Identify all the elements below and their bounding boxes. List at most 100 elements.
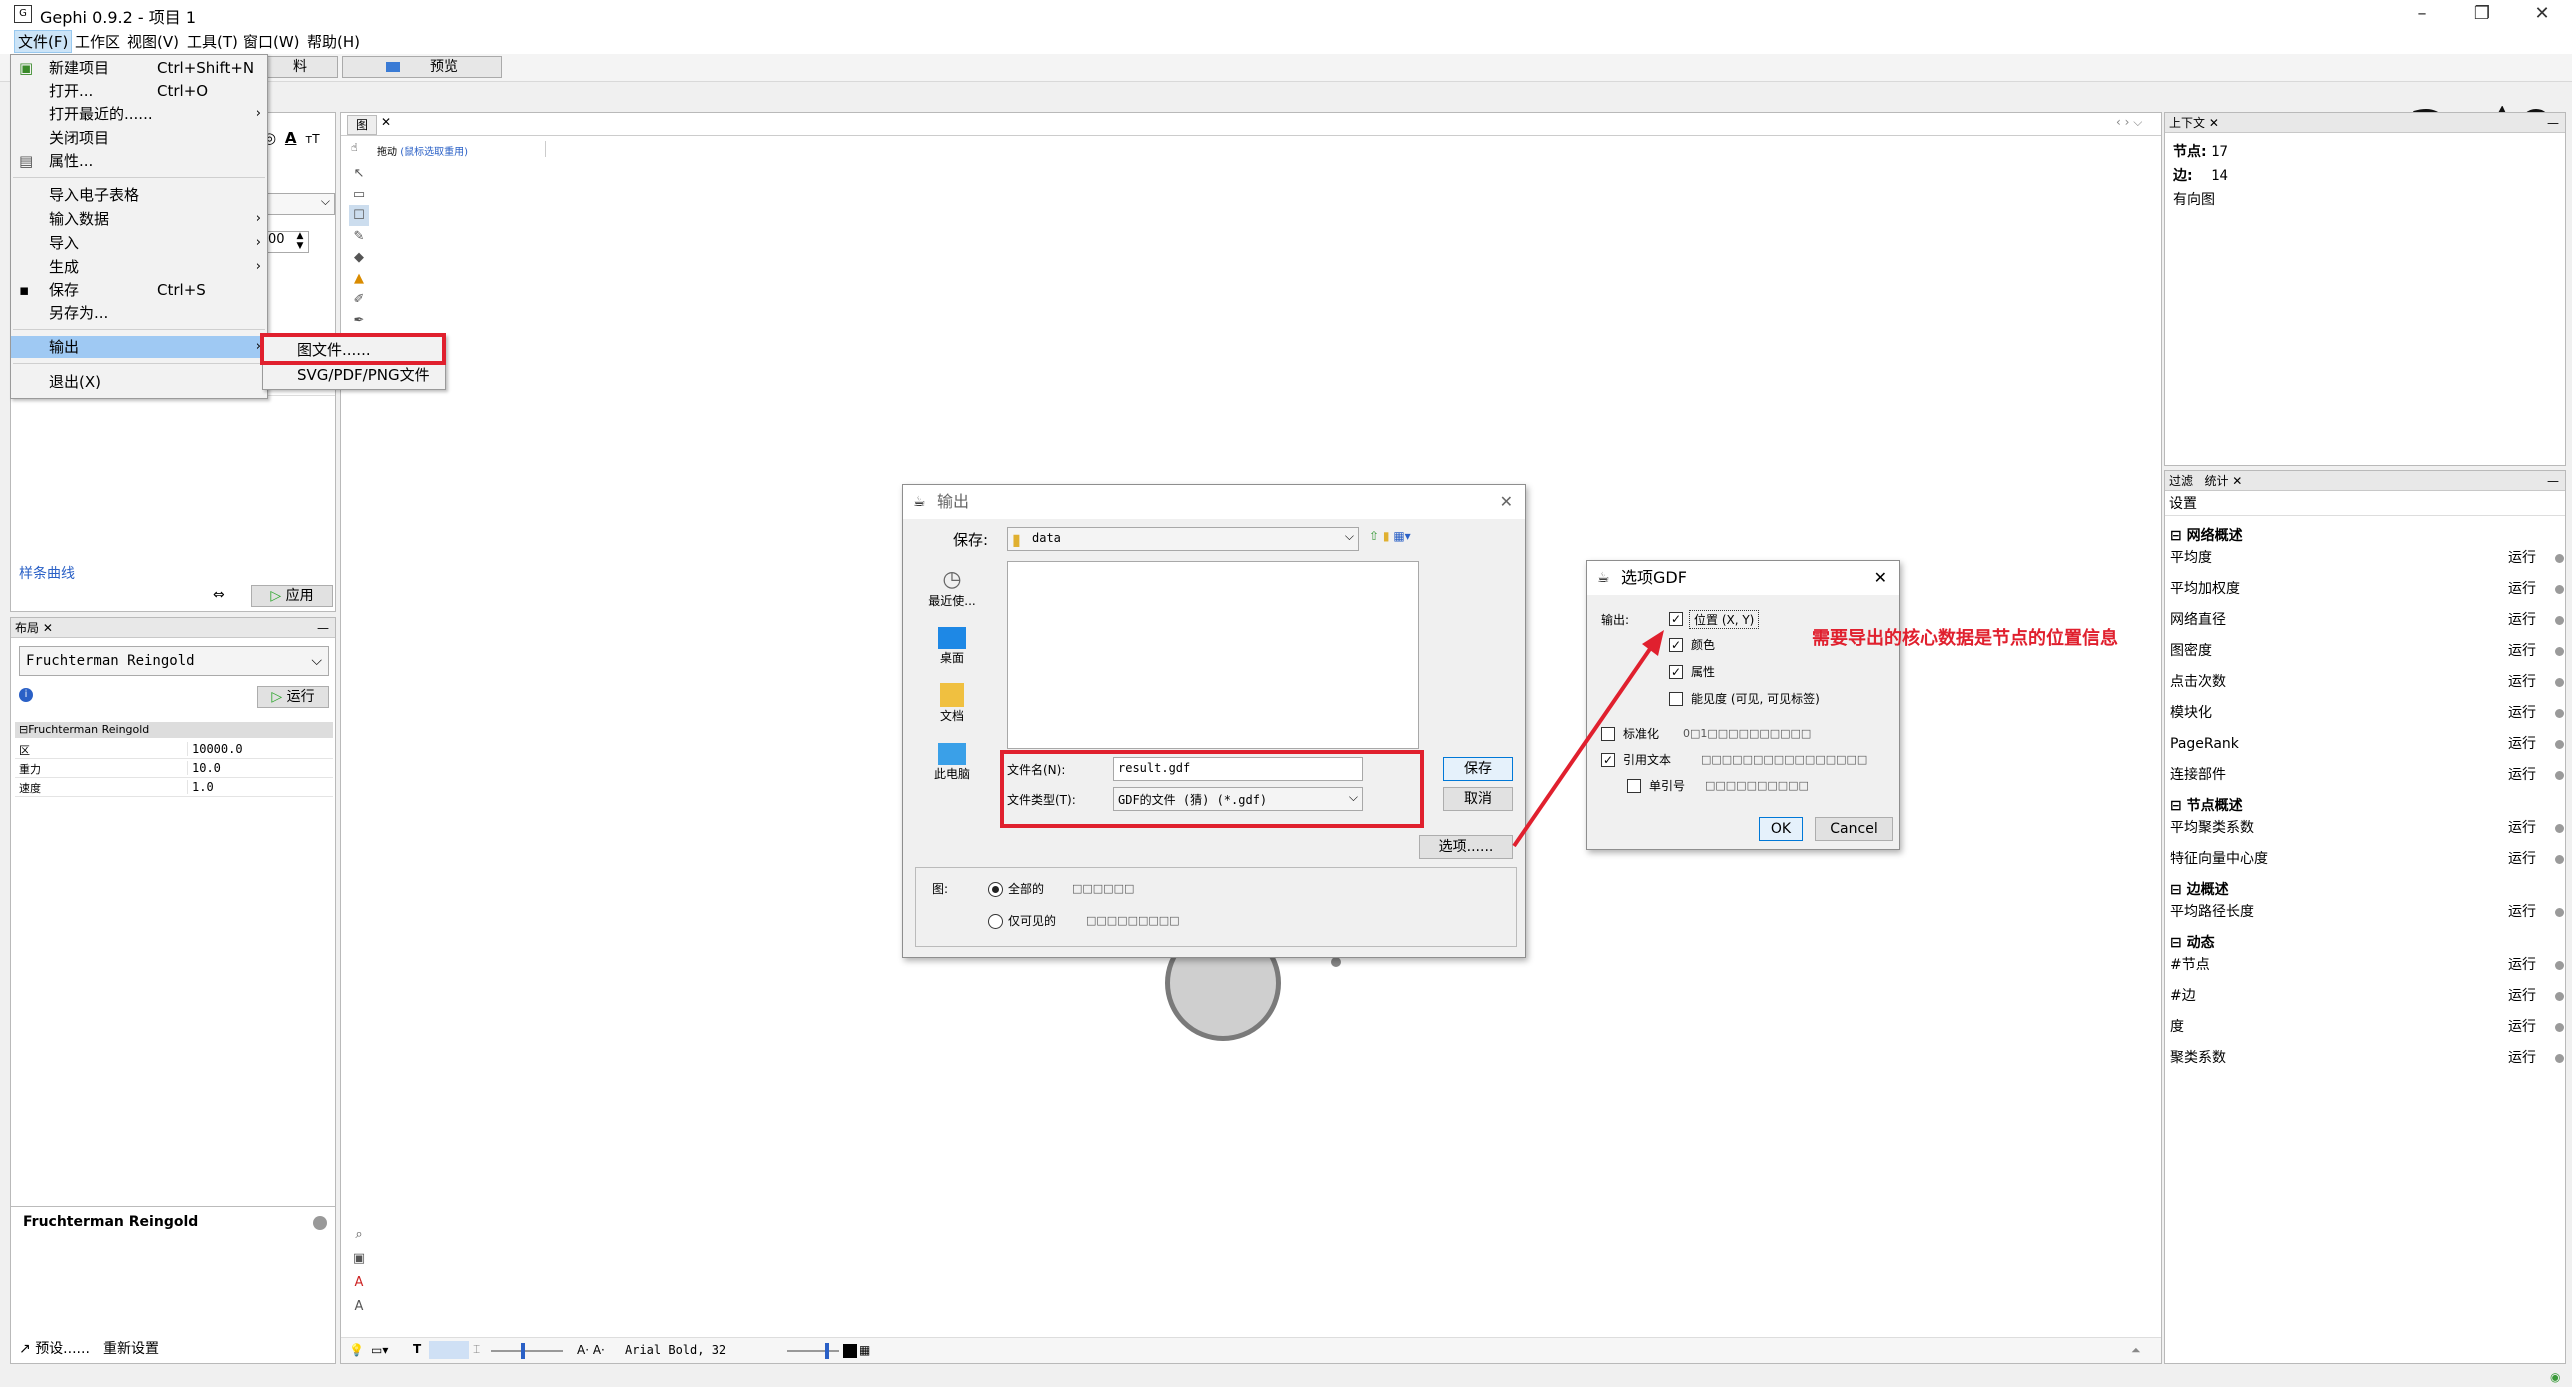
- save-button[interactable]: 保存: [1443, 757, 1513, 781]
- save-in-select[interactable]: ▮ data ⌵: [1007, 527, 1359, 551]
- apply-button[interactable]: ▷ 应用: [251, 585, 333, 607]
- radio-visible[interactable]: [988, 914, 1003, 929]
- menu-item-import-spreadsheet[interactable]: 导入电子表格: [11, 184, 267, 206]
- view-menu-icon[interactable]: ▦▾: [1393, 529, 1410, 543]
- menu-view[interactable]: 视图(V): [124, 31, 182, 52]
- tab-filters[interactable]: 过滤: [2169, 474, 2193, 488]
- edge-pencil-icon[interactable]: ✒: [349, 310, 369, 331]
- checkbox-visibility[interactable]: [1669, 692, 1683, 706]
- cancel-button[interactable]: Cancel: [1815, 817, 1893, 841]
- menu-item-save-as[interactable]: 另存为...: [11, 302, 267, 324]
- label-size-icon[interactable]: A: [349, 1295, 369, 1319]
- checkbox-quote-text[interactable]: ✓: [1601, 753, 1615, 767]
- zoom-icon[interactable]: ⌕: [349, 1223, 369, 1247]
- rect-select-icon[interactable]: ▭: [349, 184, 369, 205]
- close-icon[interactable]: ✕: [2512, 0, 2572, 28]
- presets-link[interactable]: ↗ 预设......: [19, 1338, 90, 1358]
- place-desktop[interactable]: 桌面: [927, 627, 977, 666]
- menu-item-export[interactable]: 输出 ›: [11, 336, 267, 358]
- edge-mode-icon[interactable]: [429, 1341, 469, 1359]
- scale-icon[interactable]: ⌶: [473, 1342, 480, 1357]
- run-stat-button[interactable]: 运行: [2508, 698, 2536, 728]
- place-documents[interactable]: 文档: [927, 683, 977, 724]
- menu-item-open-recent[interactable]: 打开最近的...... ›: [11, 103, 267, 125]
- place-recent[interactable]: ◷ 最近使...: [927, 567, 977, 609]
- info-icon[interactable]: i: [19, 688, 33, 702]
- settings-link[interactable]: 设置: [2169, 493, 2197, 513]
- graph-node[interactable]: [1331, 957, 1341, 967]
- menu-item-properties[interactable]: ▤ 属性...: [11, 150, 267, 172]
- nav-arrows-icon[interactable]: ‹ › ⌵: [2116, 115, 2142, 130]
- checkbox-attributes[interactable]: ✓: [1669, 665, 1683, 679]
- attribute-dropdown[interactable]: ⌵: [265, 193, 335, 215]
- run-stat-button[interactable]: 运行: [2508, 574, 2536, 604]
- checkbox-normalize[interactable]: [1601, 727, 1615, 741]
- edge-width-slider[interactable]: [491, 1350, 563, 1352]
- screenshot-icon[interactable]: ▣: [349, 1247, 369, 1271]
- painter-icon[interactable]: ▲: [349, 268, 369, 289]
- checkbox-color[interactable]: ✓: [1669, 638, 1683, 652]
- run-stat-button[interactable]: 运行: [2508, 950, 2536, 980]
- menu-item-new-project[interactable]: ▣ 新建项目 Ctrl+Shift+N: [11, 57, 267, 79]
- layout-algorithm-select[interactable]: Fruchterman Reingold ⌵: [19, 646, 329, 676]
- text-size-icon[interactable]: тT: [305, 132, 319, 146]
- drag-icon[interactable]: ☐: [349, 205, 369, 226]
- brush-icon[interactable]: ◆: [349, 247, 369, 268]
- collapse-icon[interactable]: ⏶: [2131, 1343, 2141, 1358]
- ok-button[interactable]: OK: [1759, 817, 1803, 841]
- tab-statistics[interactable]: 统计: [2204, 474, 2228, 488]
- label-color-icon[interactable]: A: [349, 1271, 369, 1295]
- new-folder-icon[interactable]: ▮: [1383, 529, 1390, 543]
- text-color-icon[interactable]: A: [285, 129, 297, 147]
- run-stat-button[interactable]: 运行: [2508, 844, 2536, 874]
- run-stat-button[interactable]: 运行: [2508, 981, 2536, 1011]
- run-stat-button[interactable]: 运行: [2508, 667, 2536, 697]
- menu-tools[interactable]: 工具(T): [184, 31, 241, 52]
- menu-workspace[interactable]: 工作区: [72, 31, 123, 52]
- text-icon[interactable]: T: [413, 1342, 421, 1356]
- tab-data-lab[interactable]: 料: [262, 56, 338, 78]
- menu-item-import[interactable]: 导入 ›: [11, 232, 267, 254]
- menu-window[interactable]: 窗口(W): [240, 31, 303, 52]
- pointer-icon[interactable]: ↖: [349, 163, 369, 184]
- place-this-pc[interactable]: 此电脑: [927, 743, 977, 782]
- menu-item-save[interactable]: ▪ 保存 Ctrl+S: [11, 279, 267, 301]
- reset-link[interactable]: 重新设置: [103, 1338, 159, 1358]
- font-size-down-icon[interactable]: A· A·: [577, 1343, 605, 1357]
- menu-item-svg-pdf-png[interactable]: SVG/PDF/PNG文件: [297, 364, 430, 385]
- spinner-arrows-icon[interactable]: ▲ ▼: [293, 231, 307, 253]
- menu-help[interactable]: 帮助(H): [304, 31, 363, 52]
- run-stat-button[interactable]: 运行: [2508, 760, 2536, 790]
- options-button[interactable]: 选项......: [1419, 835, 1513, 859]
- menu-item-exit[interactable]: 退出(X): [11, 371, 267, 393]
- tab-context[interactable]: 上下文: [2169, 116, 2205, 130]
- font-size-slider[interactable]: [787, 1350, 839, 1352]
- camera-icon[interactable]: ▭▾: [371, 1343, 388, 1357]
- menu-item-open[interactable]: 打开... Ctrl+O: [11, 80, 267, 102]
- reset-icon[interactable]: ⇔: [213, 587, 225, 603]
- cancel-button[interactable]: 取消: [1443, 787, 1513, 811]
- notification-icon[interactable]: ◉: [2550, 1370, 2560, 1384]
- checkbox-single-quote[interactable]: [1627, 779, 1641, 793]
- restore-icon[interactable]: ❐: [2452, 0, 2512, 28]
- run-stat-button[interactable]: 运行: [2508, 1043, 2536, 1073]
- run-stat-button[interactable]: 运行: [2508, 636, 2536, 666]
- prop-row[interactable]: 速度 1.0: [15, 778, 333, 797]
- menu-item-close-project[interactable]: 关闭项目: [11, 127, 267, 149]
- pencil-icon[interactable]: ✎: [349, 226, 369, 247]
- radio-all[interactable]: [988, 882, 1003, 897]
- run-stat-button[interactable]: 运行: [2508, 543, 2536, 573]
- run-stat-button[interactable]: 运行: [2508, 813, 2536, 843]
- menu-item-input-data[interactable]: 输入数据 ›: [11, 208, 267, 230]
- close-icon[interactable]: ✕: [1500, 485, 1513, 519]
- prop-row[interactable]: 区 10000.0: [15, 740, 333, 759]
- close-icon[interactable]: ✕: [1874, 561, 1887, 595]
- font-label[interactable]: Arial Bold, 32: [625, 1343, 726, 1357]
- file-list[interactable]: [1007, 561, 1419, 749]
- up-folder-icon[interactable]: ⇧: [1369, 529, 1379, 543]
- minimize-icon[interactable]: –: [2392, 0, 2452, 28]
- tab-preview[interactable]: 预览: [342, 56, 502, 78]
- run-stat-button[interactable]: 运行: [2508, 729, 2536, 759]
- run-stat-button[interactable]: 运行: [2508, 1012, 2536, 1042]
- run-stat-button[interactable]: 运行: [2508, 897, 2536, 927]
